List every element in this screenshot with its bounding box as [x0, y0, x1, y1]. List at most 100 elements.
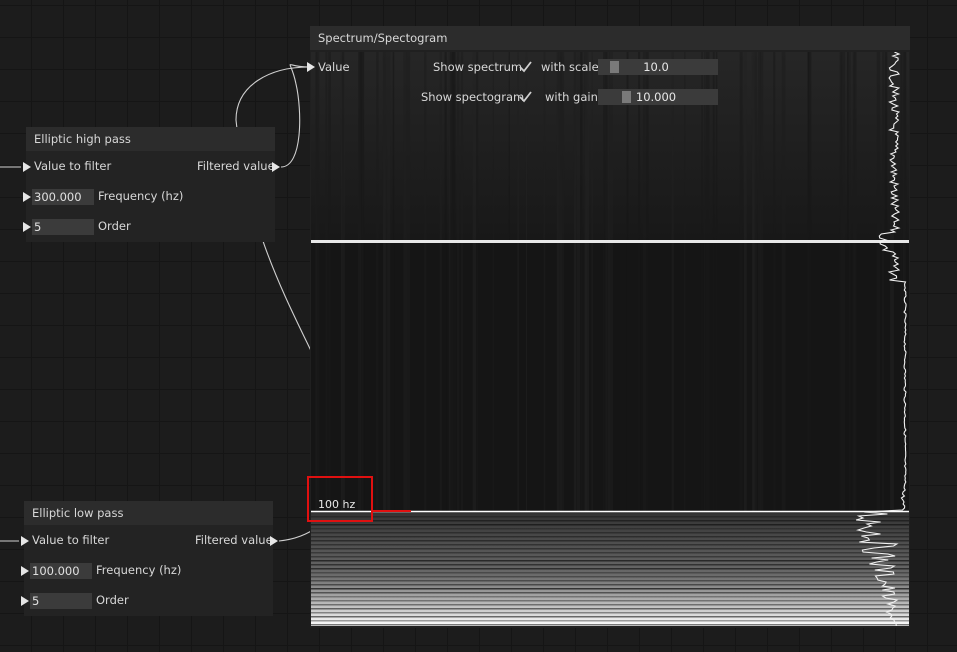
spectrogram-low-stripe — [311, 604, 909, 606]
spectrogram-streak — [517, 52, 519, 512]
spectrogram-streak — [646, 52, 649, 512]
high-pass-output-label: Filtered value — [197, 159, 275, 173]
low-pass-frequency-pin[interactable] — [21, 566, 29, 576]
spectrogram-low-stripe — [311, 540, 909, 542]
gain-slider-grab[interactable] — [622, 91, 631, 103]
spectrogram-low-stripe — [311, 564, 909, 566]
spectrogram-low-stripe — [311, 600, 909, 602]
scale-slider[interactable]: 10.0 — [598, 59, 718, 75]
low-pass-frequency-label: Frequency (hz) — [96, 563, 182, 577]
checkmark-icon — [519, 61, 532, 73]
spectrogram-streak — [376, 52, 379, 512]
spectrogram-low-stripe — [311, 516, 909, 518]
spectrum-value-label: Value — [318, 60, 350, 74]
spectrogram-display — [311, 52, 909, 626]
low-pass-title-bar[interactable]: Elliptic low pass — [24, 501, 273, 525]
spectrogram-streak — [382, 52, 387, 512]
spectrogram-streak — [642, 52, 646, 512]
gain-slider[interactable]: 10.000 — [598, 89, 718, 105]
spectrogram-streak — [701, 52, 703, 512]
spectrogram-streak — [704, 52, 706, 512]
spectrogram-low-stripe — [311, 528, 909, 530]
scale-slider-grab[interactable] — [610, 61, 619, 73]
spectrogram-streak — [773, 52, 776, 512]
spectrogram-streak — [525, 52, 528, 512]
spectrogram-streak — [387, 52, 391, 512]
show-spectrum-label: Show spectrum — [433, 60, 523, 74]
frequency-marker-tick — [373, 510, 411, 512]
spectrogram-low-stripe — [311, 612, 909, 614]
spectrogram-low-stripe — [311, 624, 909, 626]
spectrogram-streak — [341, 52, 344, 512]
low-pass-input-label: Value to filter — [32, 533, 110, 547]
high-pass-frequency-input[interactable]: 300.000 — [32, 189, 94, 205]
high-pass-input-label: Value to filter — [34, 159, 112, 173]
low-pass-order-input[interactable]: 5 — [30, 593, 92, 609]
spectrogram-streak — [638, 52, 641, 512]
spectrogram-streak — [424, 52, 427, 512]
spectrogram-streak — [684, 52, 686, 512]
low-pass-node[interactable]: Elliptic low pass Value to filter Filter… — [21, 501, 278, 616]
low-pass-frequency-input[interactable]: 100.000 — [30, 563, 92, 579]
low-pass-order-label: Order — [96, 593, 129, 607]
spectrogram-streak — [576, 52, 581, 512]
high-pass-frequency-pin[interactable] — [23, 192, 31, 202]
link-high-pass-to-spectrum[interactable] — [280, 63, 310, 168]
low-pass-output-pin[interactable] — [270, 536, 278, 546]
spectrogram-low-stripe — [311, 556, 909, 558]
high-pass-node[interactable]: Elliptic high pass Value to filter Filte… — [23, 127, 280, 242]
spectrogram-streak — [325, 52, 328, 512]
spectrogram-low-stripe — [311, 548, 909, 550]
show-spectogram-checkbox[interactable] — [518, 89, 533, 104]
high-pass-input-pin[interactable] — [23, 162, 31, 172]
spectrogram-streak — [476, 52, 479, 512]
spectrum-title-bar[interactable]: Spectrum/Spectogram — [310, 26, 910, 50]
spectrogram-streak — [605, 52, 607, 512]
spectrogram-low-stripe — [311, 596, 909, 598]
spectrogram-streak — [444, 52, 447, 512]
spectrum-value-pin[interactable] — [307, 62, 315, 72]
spectrogram-streak — [316, 52, 320, 512]
spectrogram-streak — [460, 52, 464, 512]
high-pass-order-pin[interactable] — [23, 222, 31, 232]
spectrogram-streak — [671, 52, 674, 512]
high-pass-title-bar[interactable]: Elliptic high pass — [26, 127, 275, 151]
high-pass-frequency-label: Frequency (hz) — [98, 189, 184, 203]
high-pass-order-label: Order — [98, 219, 131, 233]
spectrogram-streak — [884, 52, 888, 512]
spectrogram-low-stripe — [311, 588, 909, 590]
high-pass-order-input[interactable]: 5 — [32, 219, 94, 235]
high-pass-output-pin[interactable] — [272, 162, 280, 172]
spectrogram-low-stripe — [311, 520, 909, 522]
spectrogram-streak — [841, 52, 846, 512]
spectrogram-streak — [626, 52, 629, 512]
spectrogram-streak — [759, 52, 764, 512]
spectrum-title: Spectrum/Spectogram — [318, 31, 448, 45]
gain-slider-value: 10.000 — [635, 90, 677, 104]
spectrogram-low-stripe — [311, 560, 909, 562]
spectrogram-low-stripe — [311, 524, 909, 526]
checkmark-icon — [519, 91, 532, 103]
scale-slider-value: 10.0 — [643, 60, 669, 74]
spectrogram-streak — [450, 52, 454, 512]
spectrogram-low-stripe — [311, 532, 909, 534]
show-spectrum-checkbox[interactable] — [518, 59, 533, 74]
spectrogram-streak — [472, 52, 476, 512]
spectrogram-streak — [560, 52, 565, 512]
low-pass-order-pin[interactable] — [21, 596, 29, 606]
show-spectogram-label: Show spectogram — [421, 90, 525, 104]
spectrogram-low-stripe — [311, 544, 909, 546]
high-pass-title: Elliptic high pass — [34, 132, 131, 146]
spectrogram-streak — [754, 52, 757, 512]
spectrogram-streak — [392, 52, 395, 512]
spectrogram-streak — [882, 52, 885, 512]
spectrogram-streak — [360, 52, 362, 512]
low-pass-input-pin[interactable] — [21, 536, 29, 546]
spectrogram-streak — [591, 52, 593, 512]
spectrogram-streak — [603, 52, 605, 512]
spectrogram-streak — [543, 52, 546, 512]
spectrogram-low-stripe — [311, 572, 909, 574]
spectrogram-low-stripe — [311, 576, 909, 578]
spectrogram-low-stripe — [311, 584, 909, 586]
spectrogram-streak — [609, 52, 613, 512]
